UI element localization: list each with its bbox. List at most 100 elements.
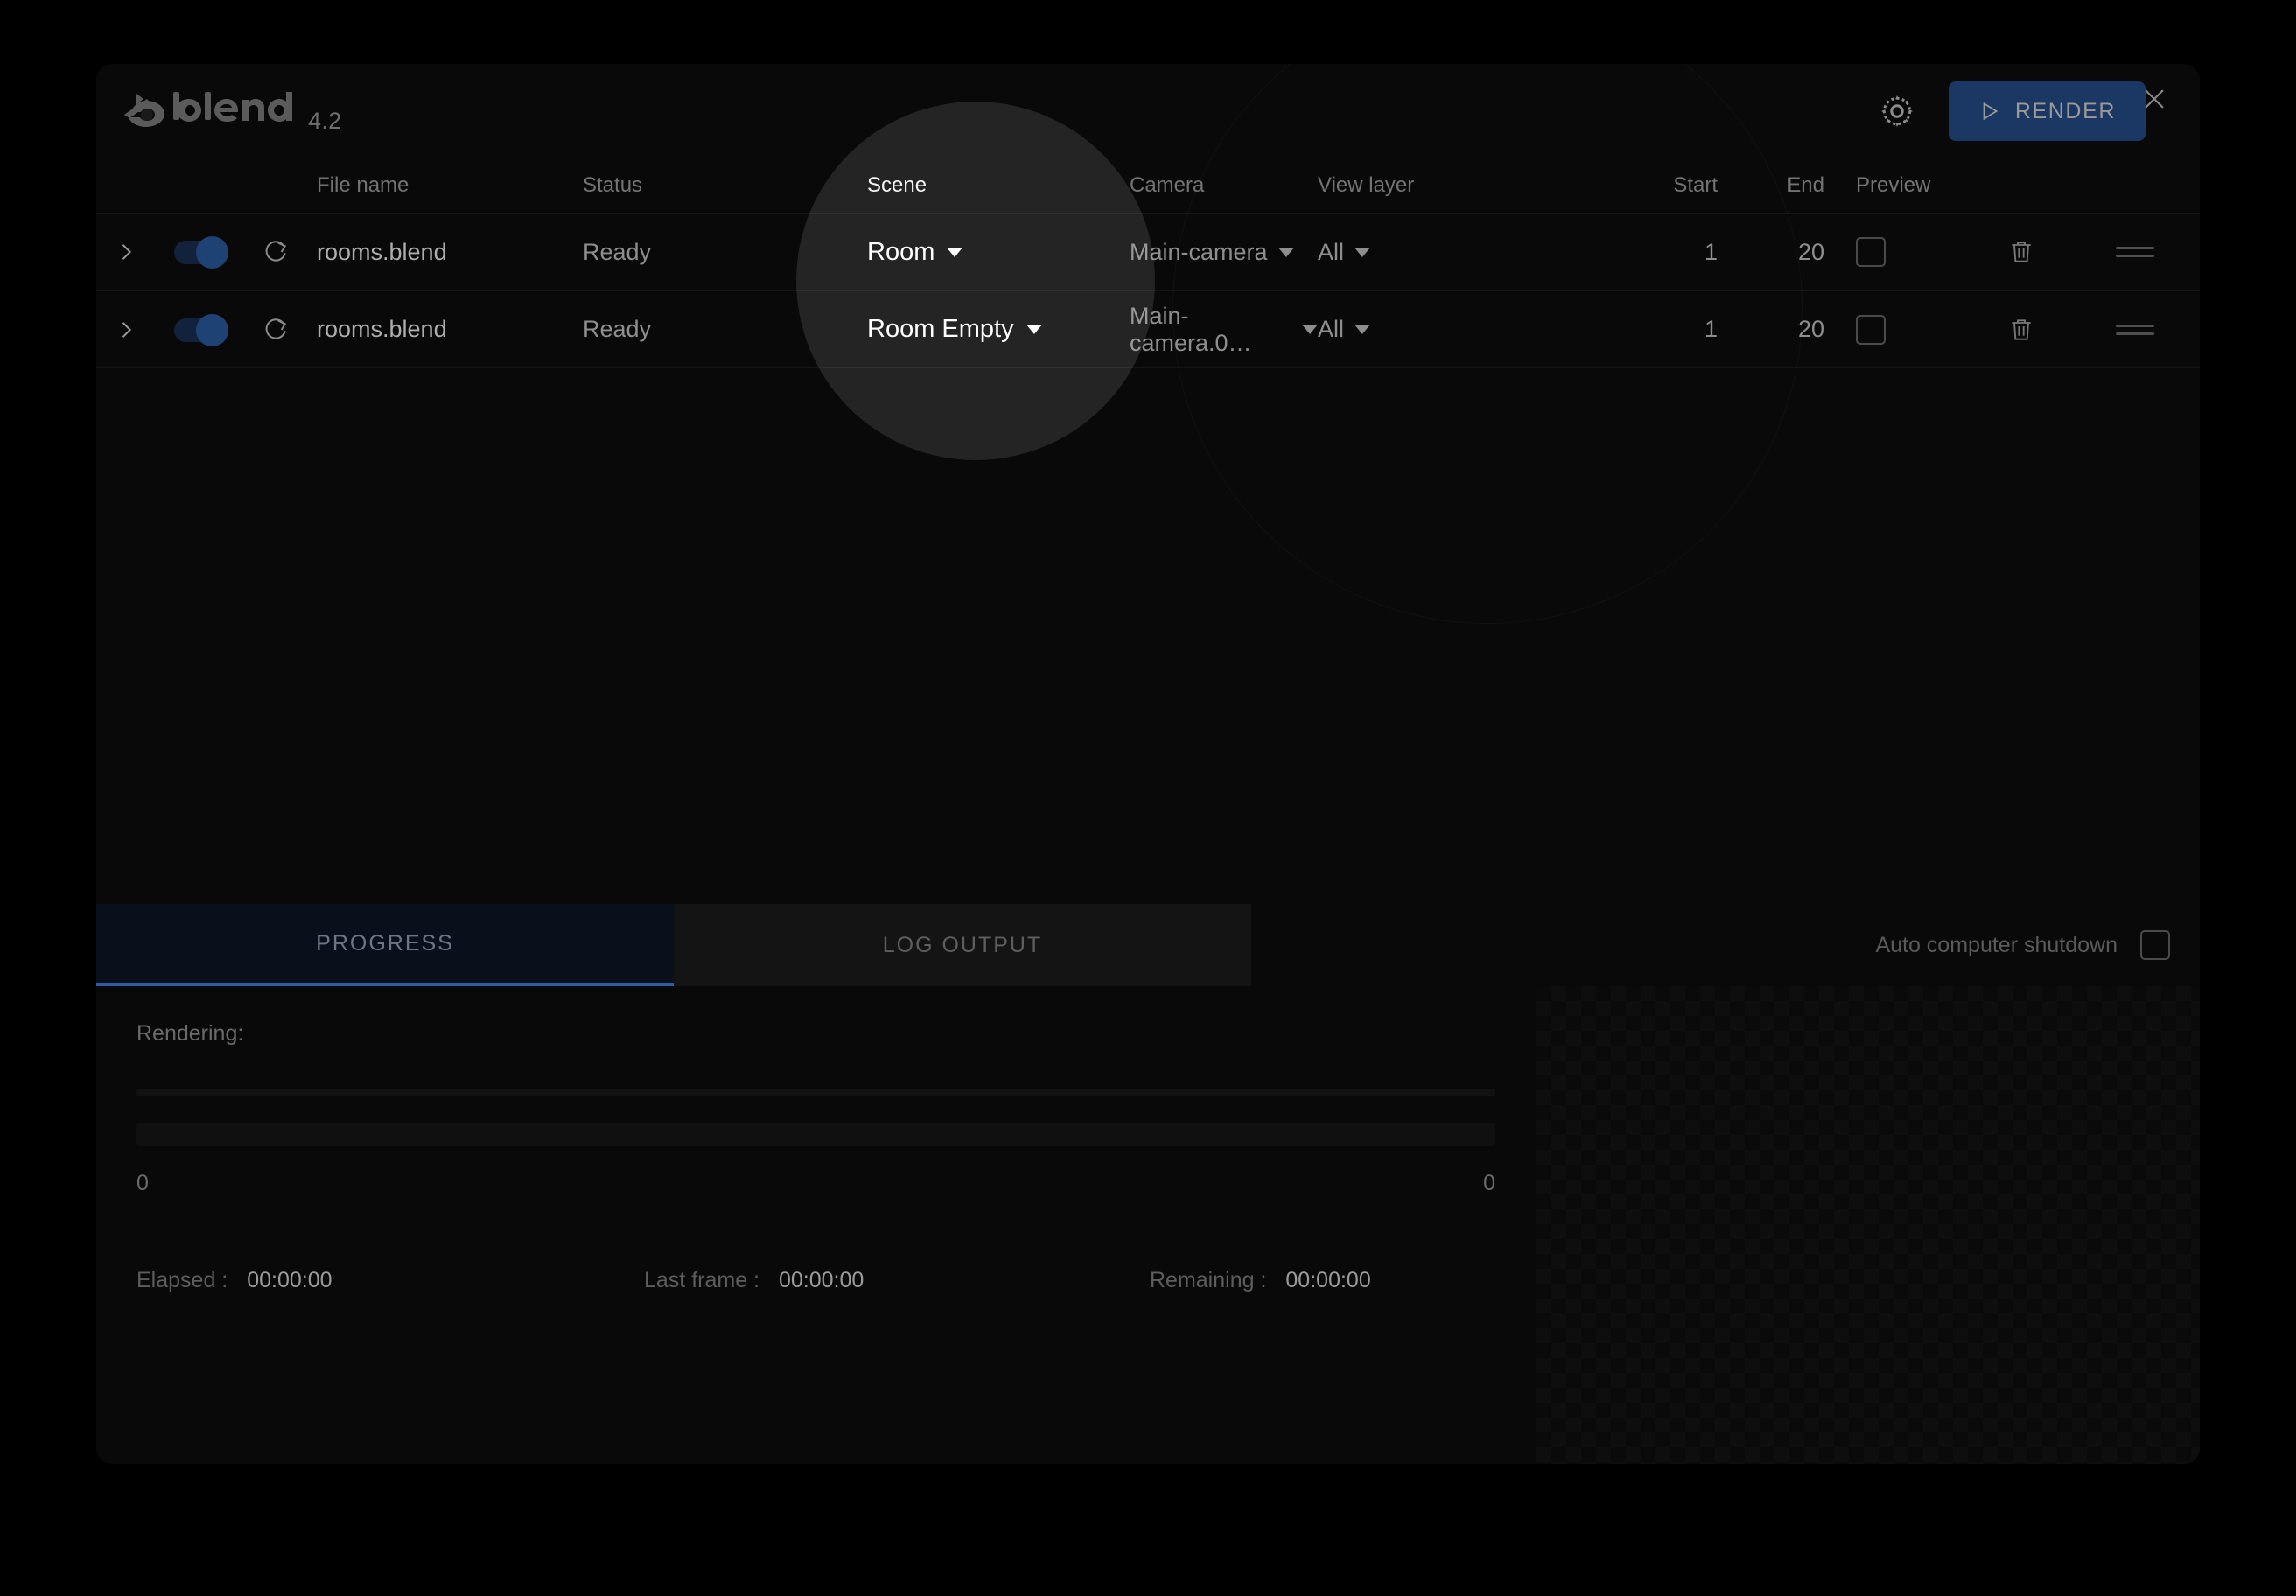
row-drag-handle[interactable] <box>2116 242 2154 262</box>
camera-dropdown-value: Main-camera <box>1130 238 1268 265</box>
auto-shutdown-checkbox[interactable] <box>2140 930 2170 960</box>
frame-progress-bar <box>136 1123 1495 1146</box>
refresh-row-button[interactable] <box>262 316 290 344</box>
remaining-timer: Remaining : 00:00:00 <box>1150 1268 1371 1293</box>
close-icon <box>2145 89 2164 108</box>
tab-log-output-label: LOG OUTPUT <box>882 932 1043 957</box>
frame-counts: 0 0 <box>136 1171 1495 1196</box>
chevron-down-icon <box>1354 325 1371 334</box>
header-actions: RENDER <box>1877 81 2146 141</box>
render-button-label: RENDER <box>2014 98 2116 123</box>
camera-dropdown[interactable]: Main-camera.0… <box>1130 303 1318 357</box>
cell-file-name: rooms.blend <box>317 316 447 342</box>
cell-file-name: rooms.blend <box>317 238 447 265</box>
cell-end-frame[interactable]: 20 <box>1798 239 1824 265</box>
expand-row-button[interactable] <box>114 318 138 342</box>
column-header-file-name: File name <box>317 173 410 197</box>
delete-row-button[interactable] <box>2007 238 2035 266</box>
row-enable-toggle[interactable] <box>174 236 228 269</box>
last-frame-value: 00:00:00 <box>779 1268 864 1292</box>
frame-current: 0 <box>136 1171 149 1195</box>
cell-end-frame[interactable]: 20 <box>1798 316 1824 342</box>
trash-icon <box>2012 318 2031 340</box>
tab-log-output[interactable]: LOG OUTPUT <box>674 904 1251 986</box>
drag-bar <box>2116 247 2154 249</box>
elapsed-timer: Elapsed : 00:00:00 <box>136 1268 644 1293</box>
table-row: rooms.blend Ready Room Main-camera All 1… <box>96 213 2200 290</box>
view-layer-dropdown[interactable]: All <box>1318 239 1620 266</box>
chevron-down-icon <box>1302 325 1318 334</box>
brand: 4.2 <box>121 88 341 135</box>
tab-progress-label: PROGRESS <box>316 930 454 956</box>
chevron-right-icon <box>122 321 132 338</box>
cell-status: Ready <box>583 316 652 342</box>
chevron-down-icon <box>1278 247 1294 257</box>
chevron-right-icon <box>122 244 132 260</box>
preview-checkbox[interactable] <box>1856 314 1886 345</box>
toggle-knob <box>196 236 228 269</box>
auto-shutdown-control: Auto computer shutdown <box>1251 904 2200 986</box>
refresh-row-button[interactable] <box>262 238 290 266</box>
chevron-down-icon <box>1026 325 1042 334</box>
render-button[interactable]: RENDER <box>1948 81 2146 141</box>
cell-status: Ready <box>583 238 652 265</box>
view-layer-dropdown[interactable]: All <box>1318 316 1620 343</box>
elapsed-label: Elapsed : <box>136 1268 228 1292</box>
progress-details: Rendering: 0 0 Elapsed : 00:00:00 Last f… <box>96 986 1536 1464</box>
row-drag-handle[interactable] <box>2116 319 2154 340</box>
app-header: 4.2 RENDER <box>96 64 2200 158</box>
refresh-icon <box>265 318 287 340</box>
app-version: 4.2 <box>308 107 342 134</box>
last-frame-label: Last frame : <box>644 1268 760 1292</box>
table-header-row: File name Status Scene Camera View layer… <box>96 158 2200 213</box>
scene-dropdown[interactable]: Room <box>867 238 1130 267</box>
chevron-down-icon <box>947 247 963 257</box>
blender-render-manager-window: 4.2 RENDER File name Status Scene Camera… <box>96 64 2200 1464</box>
blender-logo-icon <box>124 91 292 127</box>
scene-dropdown-value: Room Empty <box>867 315 1014 343</box>
empty-job-area <box>96 368 2200 904</box>
camera-dropdown-value: Main-camera.0… <box>1130 302 1252 356</box>
column-header-end: End <box>1787 173 1824 197</box>
cell-start-frame[interactable]: 1 <box>1704 239 1718 265</box>
settings-button[interactable] <box>1877 91 1917 131</box>
column-header-status: Status <box>583 173 643 197</box>
delete-row-button[interactable] <box>2007 316 2035 344</box>
elapsed-value: 00:00:00 <box>247 1268 332 1292</box>
render-preview-thumbnail <box>1536 986 2200 1464</box>
view-layer-dropdown-value: All <box>1318 316 1345 342</box>
remaining-value: 00:00:00 <box>1285 1268 1371 1292</box>
camera-dropdown[interactable]: Main-camera <box>1130 239 1318 266</box>
row-enable-toggle[interactable] <box>174 313 228 346</box>
scene-dropdown[interactable]: Room Empty <box>867 315 1130 344</box>
cell-start-frame[interactable]: 1 <box>1704 316 1718 342</box>
preview-checkbox[interactable] <box>1856 237 1886 267</box>
view-layer-dropdown-value: All <box>1318 238 1345 265</box>
refresh-icon <box>265 241 287 262</box>
trash-icon <box>2012 242 2031 262</box>
remaining-label: Remaining : <box>1150 1268 1267 1292</box>
scene-dropdown-value: Room <box>867 237 935 266</box>
bottom-tabs: PROGRESS LOG OUTPUT Auto computer shutdo… <box>96 904 2200 986</box>
auto-shutdown-label: Auto computer shutdown <box>1875 932 2118 957</box>
frame-total: 0 <box>1483 1171 1495 1195</box>
drag-bar <box>2116 332 2154 335</box>
expand-row-button[interactable] <box>114 240 138 264</box>
column-header-camera: Camera <box>1130 173 1205 197</box>
gear-icon <box>1880 95 1913 127</box>
table-row: rooms.blend Ready Room Empty Main-camera… <box>96 290 2200 368</box>
column-header-view-layer: View layer <box>1318 173 1415 197</box>
overall-progress-bar <box>136 1088 1495 1096</box>
column-header-scene: Scene <box>867 173 928 197</box>
tab-progress[interactable]: PROGRESS <box>96 904 674 986</box>
play-triangle-icon <box>1983 102 1998 121</box>
drag-bar <box>2116 255 2154 257</box>
progress-panel: Rendering: 0 0 Elapsed : 00:00:00 Last f… <box>96 986 2200 1464</box>
chevron-down-icon <box>1354 247 1371 257</box>
render-jobs-table: File name Status Scene Camera View layer… <box>96 102 2200 460</box>
column-header-preview: Preview <box>1856 173 1931 197</box>
rendering-label: Rendering: <box>136 1021 244 1046</box>
close-window-button[interactable] <box>2132 76 2177 122</box>
column-header-start: Start <box>1673 173 1718 197</box>
toggle-knob <box>196 313 228 346</box>
